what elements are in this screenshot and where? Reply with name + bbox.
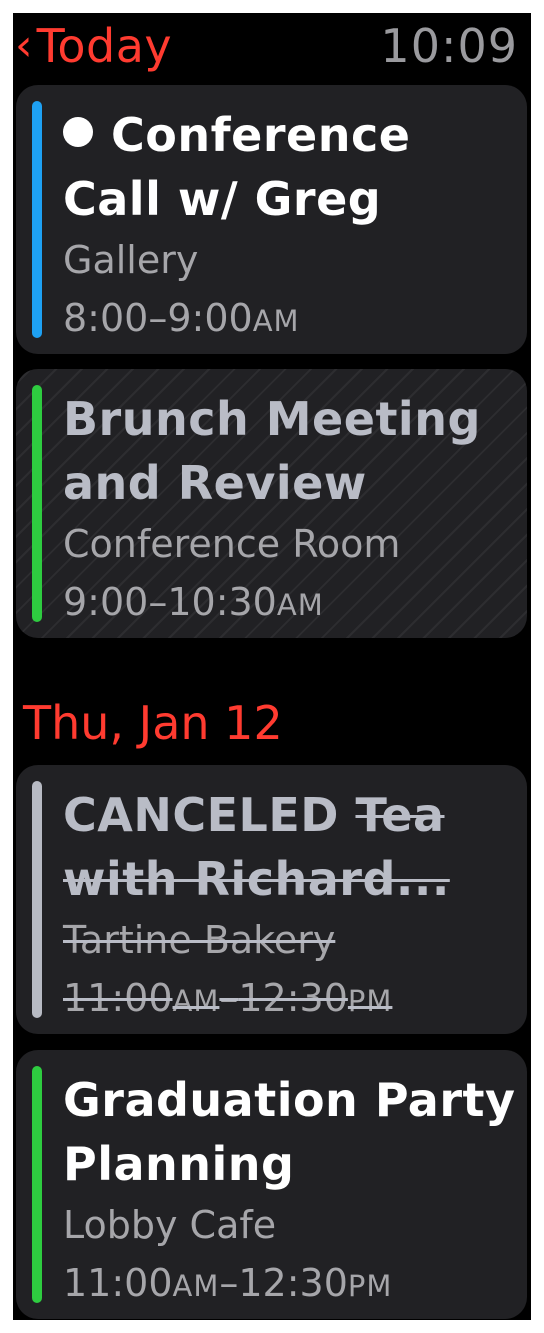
- event-time: 8:00–9:00AM: [63, 296, 300, 340]
- clock-time: 10:09: [380, 19, 518, 73]
- event-location: Conference Room: [63, 522, 401, 566]
- event-title-line2: and Review: [63, 456, 367, 510]
- watch-screen: ‹ Today 10:09 Conference Call w/ Greg Ga…: [13, 13, 531, 1320]
- event-time: 11:00AM–12:30PM: [63, 1261, 393, 1305]
- back-label: Today: [36, 19, 173, 73]
- event-card-canceled-tea[interactable]: CANCELED Tea with Richard... Tartine Bak…: [16, 765, 527, 1034]
- event-title: CANCELED Tea: [63, 788, 445, 842]
- event-time: 9:00–10:30AM: [63, 580, 324, 624]
- event-title: Graduation Party: [63, 1073, 516, 1127]
- event-location: Tartine Bakery: [63, 918, 336, 962]
- date-section-header: Thu, Jan 12: [23, 696, 283, 750]
- event-card-graduation-party[interactable]: Graduation Party Planning Lobby Cafe 11:…: [16, 1050, 527, 1319]
- calendar-color-bar: [32, 101, 42, 338]
- event-location: Gallery: [63, 238, 199, 282]
- canceled-label: CANCELED: [63, 788, 339, 842]
- chevron-left-icon: ‹: [15, 20, 33, 71]
- event-card-conference-call[interactable]: Conference Call w/ Greg Gallery 8:00–9:0…: [16, 85, 527, 354]
- calendar-color-bar: [32, 781, 42, 1018]
- calendar-color-bar: [32, 1066, 42, 1303]
- event-card-brunch-meeting[interactable]: Brunch Meeting and Review Conference Roo…: [16, 369, 527, 638]
- event-title-line2: with Richard...: [63, 852, 450, 906]
- event-time: 11:00AM–12:30PM: [63, 976, 393, 1020]
- event-title-line2: Call w/ Greg: [63, 172, 382, 226]
- event-title-line2: Planning: [63, 1137, 295, 1191]
- back-button[interactable]: ‹ Today: [15, 23, 172, 69]
- event-title: Brunch Meeting: [63, 392, 481, 446]
- event-location: Lobby Cafe: [63, 1203, 277, 1247]
- event-title: Conference: [63, 103, 519, 167]
- header: ‹ Today 10:09: [13, 13, 531, 85]
- current-event-dot-icon: [63, 117, 93, 147]
- calendar-color-bar: [32, 385, 42, 622]
